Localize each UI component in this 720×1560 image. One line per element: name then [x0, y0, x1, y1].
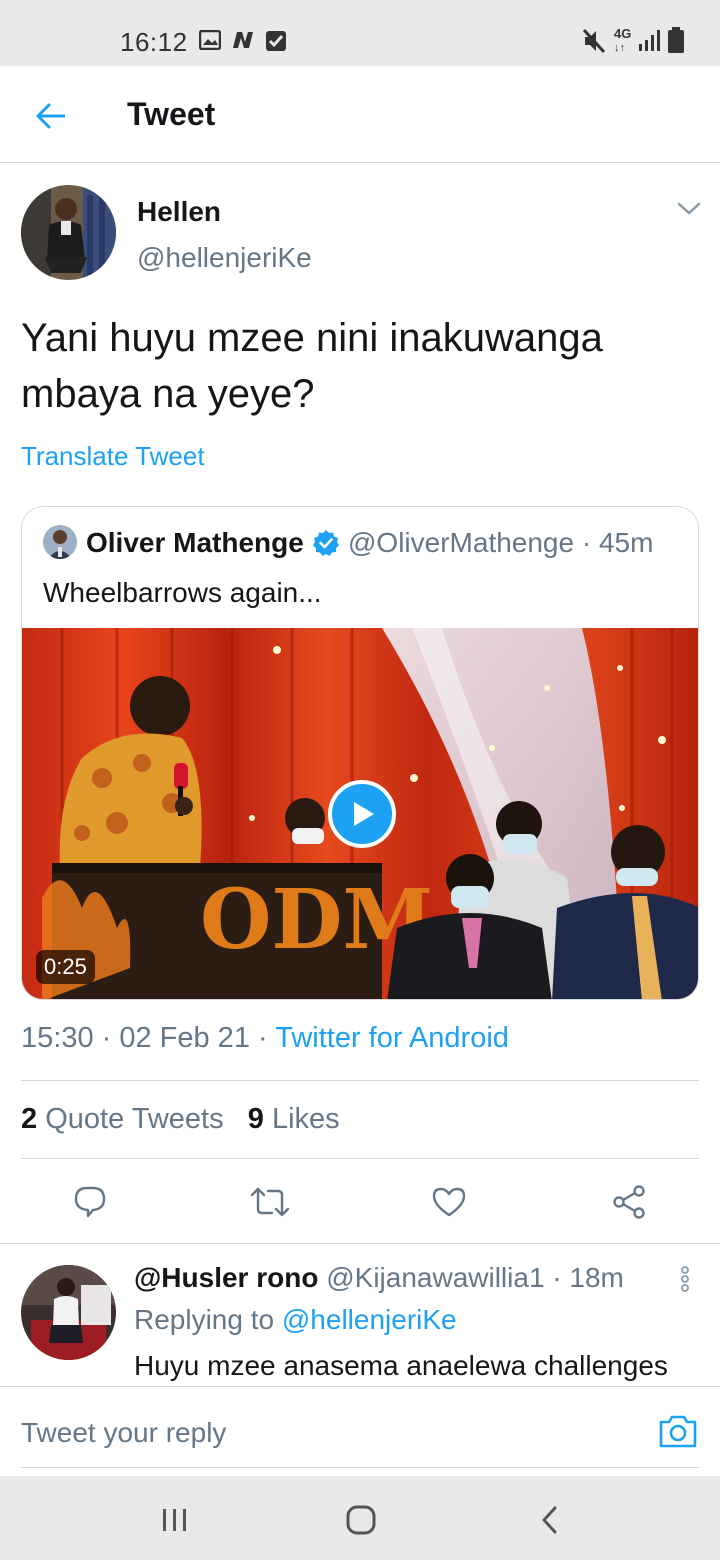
reply-handle-time: @Kijanawawillia1 · 18m	[318, 1262, 624, 1293]
checkbox-icon	[266, 31, 286, 51]
like-count[interactable]: 9	[248, 1103, 264, 1135]
author-avatar[interactable]	[21, 185, 116, 280]
reply-input[interactable]	[21, 1417, 581, 1449]
play-icon	[354, 802, 374, 826]
divider	[21, 1158, 699, 1159]
news-icon	[233, 32, 253, 48]
more-options-icon[interactable]	[679, 1265, 691, 1293]
back-arrow-icon	[36, 103, 65, 129]
status-bar: 16:12 4G ↓↑	[0, 0, 720, 66]
play-button[interactable]	[328, 780, 396, 848]
recent-apps-button[interactable]	[155, 1500, 195, 1540]
home-icon	[346, 1505, 376, 1535]
quoted-author-avatar	[43, 525, 77, 559]
like-label[interactable]: Likes	[264, 1103, 340, 1135]
status-time: 16:12	[120, 27, 188, 57]
reply-compose-bar	[0, 1386, 720, 1476]
network-type: 4G ↓↑	[614, 26, 632, 54]
share-icon	[613, 1185, 645, 1219]
gallery-icon	[199, 30, 221, 50]
author-handle[interactable]: @hellenjeriKe	[137, 242, 312, 274]
back-chevron-icon	[542, 1506, 557, 1534]
replying-to: Replying to @hellenjeriKe	[134, 1304, 457, 1336]
engagement-counts: 2 Quote Tweets 9 Likes	[21, 1103, 340, 1136]
reply-author[interactable]: @Husler rono @Kijanawawillia1 · 18m	[134, 1262, 624, 1294]
translate-tweet-link[interactable]: Translate Tweet	[21, 441, 205, 472]
camera-icon[interactable]	[658, 1413, 698, 1449]
top-bar: Tweet	[0, 66, 720, 163]
system-back-button[interactable]	[530, 1500, 570, 1540]
divider	[21, 1467, 699, 1468]
replying-to-handle[interactable]: @hellenjeriKe	[282, 1304, 457, 1335]
system-nav-bar	[0, 1476, 720, 1560]
quote-count[interactable]: 2	[21, 1103, 37, 1135]
replying-to-label: Replying to	[134, 1304, 282, 1335]
quoted-handle-time: @OliverMathenge · 45m	[348, 527, 654, 558]
battery-icon	[668, 27, 684, 53]
divider	[21, 1080, 699, 1081]
chevron-down-icon[interactable]	[676, 200, 702, 218]
video-duration: 0:25	[36, 950, 95, 984]
reply-icon	[74, 1186, 106, 1218]
back-button[interactable]	[30, 96, 70, 136]
quoted-tweet-card[interactable]: Oliver Mathenge @OliverMathenge · 45m Wh…	[21, 506, 699, 1000]
recent-apps-icon	[163, 1509, 186, 1531]
quoted-author-name: Oliver Mathenge	[86, 527, 304, 558]
verified-badge-icon	[313, 530, 339, 556]
tweet-source-link[interactable]: Twitter for Android	[275, 1022, 509, 1054]
quote-label[interactable]: Quote Tweets	[37, 1103, 223, 1135]
reply-button[interactable]	[68, 1180, 112, 1224]
timestamp-text: 15:30 · 02 Feb 21 ·	[21, 1022, 276, 1054]
home-button[interactable]	[341, 1500, 381, 1540]
reply-text: Huyu mzee anasema anaelewa challenges	[134, 1350, 668, 1381]
retweet-icon	[250, 1187, 290, 1217]
signal-icon	[639, 30, 660, 51]
heart-icon	[432, 1187, 466, 1217]
reply-author-name[interactable]: @Husler rono	[134, 1262, 318, 1293]
reply-author-avatar[interactable]	[21, 1265, 116, 1360]
page-title: Tweet	[127, 96, 216, 132]
tweet-timestamp: 15:30 · 02 Feb 21 · Twitter for Android	[21, 1022, 509, 1055]
tweet-text: Yani huyu mzee nini inakuwanga mbaya na …	[21, 316, 603, 416]
mute-icon	[582, 28, 606, 54]
retweet-button[interactable]	[248, 1180, 292, 1224]
quoted-tweet-text: Wheelbarrows again...	[43, 577, 322, 608]
like-button[interactable]	[427, 1180, 471, 1224]
author-name[interactable]: Hellen	[137, 196, 221, 228]
divider	[0, 1243, 720, 1244]
video-thumbnail[interactable]: ODM 0:25	[22, 628, 698, 999]
share-button[interactable]	[607, 1180, 651, 1224]
